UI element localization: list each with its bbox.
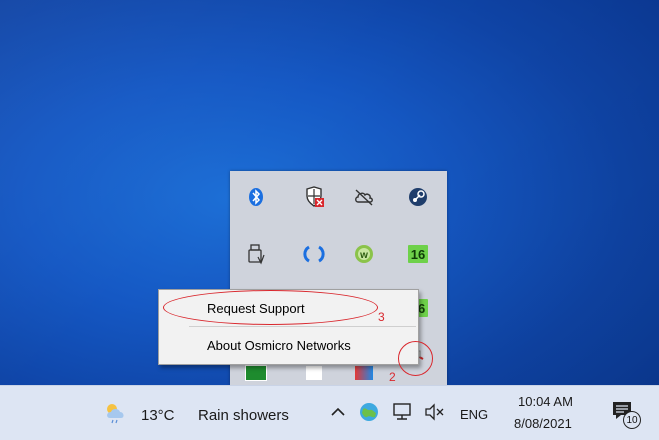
usb-drive-icon[interactable] xyxy=(244,242,268,266)
sync-icon[interactable] xyxy=(302,242,326,266)
action-center-button[interactable]: 10 xyxy=(611,400,641,430)
windows-security-icon[interactable] xyxy=(302,185,326,209)
menu-separator xyxy=(189,326,416,327)
annotation-ellipse-2 xyxy=(398,341,433,376)
onedrive-offline-icon[interactable] xyxy=(352,185,376,209)
annotation-ellipse-3 xyxy=(163,290,378,325)
steam-icon[interactable] xyxy=(406,185,430,209)
clock-time[interactable]: 10:04 AM xyxy=(518,394,573,409)
annotation-number-2: 2 xyxy=(389,370,396,384)
volume-muted-icon[interactable] xyxy=(424,402,446,427)
language-indicator[interactable]: ENG xyxy=(460,407,488,422)
weather-condition[interactable]: Rain showers xyxy=(198,407,289,424)
svg-text:w: w xyxy=(359,250,368,261)
annotation-number-3: 3 xyxy=(378,310,385,324)
weather-icon[interactable] xyxy=(102,400,130,429)
clock-date[interactable]: 8/08/2021 xyxy=(514,416,572,431)
badge-16-icon[interactable]: 16 xyxy=(406,242,430,266)
w-app-icon[interactable]: w xyxy=(352,242,376,266)
badge-16-label: 16 xyxy=(408,245,428,263)
weather-temperature[interactable]: 13°C xyxy=(141,407,175,424)
chevron-up-icon[interactable] xyxy=(328,402,348,427)
bluetooth-icon[interactable] xyxy=(244,185,268,209)
menu-item-about[interactable]: About Osmicro Networks xyxy=(159,330,418,360)
network-icon[interactable] xyxy=(392,402,414,427)
notification-count-badge: 10 xyxy=(623,411,641,429)
network-globe-icon[interactable] xyxy=(358,401,380,428)
taskbar: 13°C Rain showers ENG 10:04 AM 8/08/2021… xyxy=(0,385,659,440)
menu-item-label: About Osmicro Networks xyxy=(207,337,351,353)
